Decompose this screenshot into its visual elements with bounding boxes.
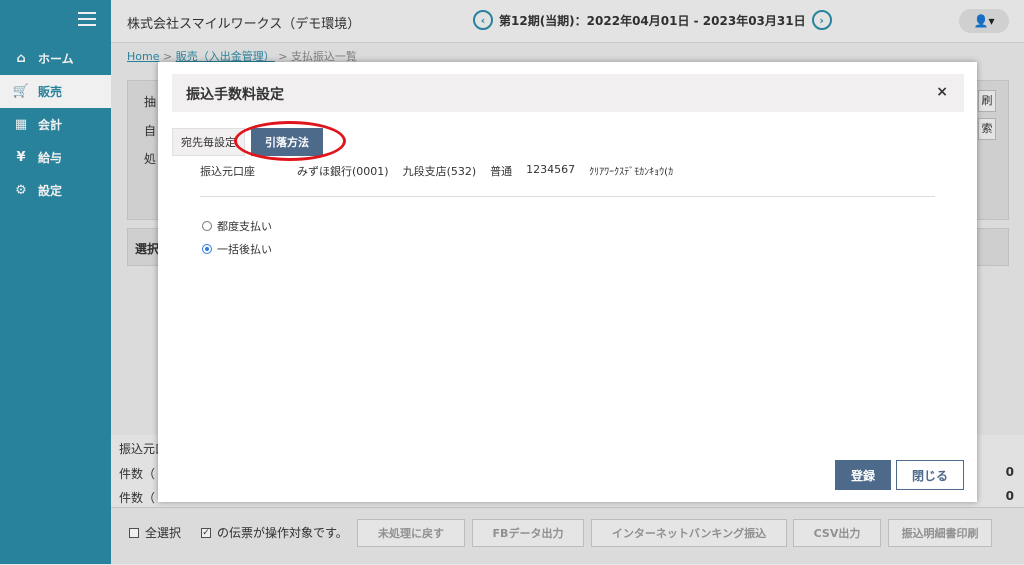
account-type: 普通 (490, 165, 513, 178)
close-button[interactable]: 閉じる (896, 460, 964, 490)
account-holder: ｸﾘｱﾜｰｸｽﾃﾞﾓｶﾝｷｮｳ(ｶ (589, 167, 674, 178)
radio-label: 都度支払い (217, 220, 272, 233)
close-icon[interactable]: × (936, 84, 948, 100)
radio-selected-icon (202, 244, 212, 254)
divider (200, 196, 935, 197)
source-account-info: 振込元口座 みずほ銀行(0001) 九段支店(532) 普通 1234567 ｸ… (200, 163, 687, 179)
branch-name: 九段支店(532) (402, 165, 477, 178)
radio-icon (202, 221, 212, 231)
account-number: 1234567 (526, 163, 576, 176)
modal-title: 振込手数料設定 (186, 87, 284, 103)
radio-label: 一括後払い (217, 243, 272, 256)
transfer-fee-settings-dialog: 振込手数料設定 × 宛先毎設定 引落方法 振込元口座 みずほ銀行(0001) 九… (158, 62, 977, 502)
radio-bulk-postpay[interactable]: 一括後払い (202, 241, 272, 257)
register-button[interactable]: 登録 (835, 460, 891, 490)
bank-name: みずほ銀行(0001) (297, 165, 389, 178)
annotation-circle (234, 121, 346, 161)
account-label: 振込元口座 (200, 165, 255, 178)
modal-header: 振込手数料設定 × (172, 74, 964, 112)
radio-pay-each-time[interactable]: 都度支払い (202, 218, 272, 234)
